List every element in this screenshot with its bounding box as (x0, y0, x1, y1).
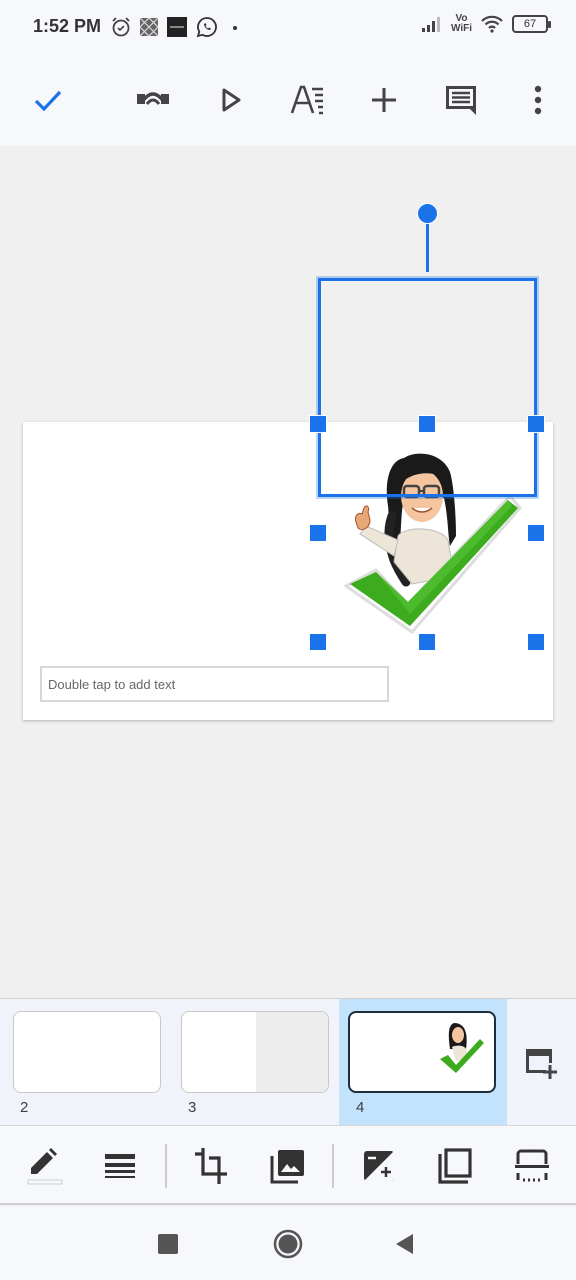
border-options-icon (515, 1149, 549, 1182)
top-toolbar (0, 56, 576, 146)
text-placeholder[interactable]: Double tap to add text (40, 666, 389, 702)
square-icon (158, 1234, 178, 1254)
add-slide-button[interactable] (506, 999, 576, 1126)
image-format-toolbar (0, 1125, 576, 1205)
thumbnail-preview (181, 1011, 329, 1093)
wifi-icon (481, 15, 503, 33)
present-button[interactable] (207, 76, 255, 124)
comment-icon (446, 86, 476, 115)
slide-number: 4 (356, 1099, 365, 1116)
plus-icon (372, 88, 396, 112)
comments-button[interactable] (437, 76, 485, 124)
vowifi-bottom-label: WiFi (450, 23, 472, 34)
back-button[interactable] (384, 1224, 424, 1264)
status-time: 1:52 PM (33, 16, 102, 36)
slide-thumbnail-2[interactable]: 2 (0, 999, 168, 1126)
insert-button[interactable] (360, 76, 408, 124)
back-triangle-icon (396, 1234, 413, 1254)
dot-icon (233, 26, 237, 30)
slide-number: 2 (20, 1099, 29, 1116)
toolbar-divider (165, 1144, 167, 1188)
layers-icon (438, 1148, 472, 1184)
resize-handle-right[interactable] (527, 524, 545, 542)
alarm-icon (112, 17, 130, 37)
format-button[interactable] (284, 76, 332, 124)
arrange-button[interactable] (431, 1142, 479, 1190)
thumbnail-preview (348, 1011, 496, 1093)
border-weight-button[interactable] (96, 1142, 144, 1190)
status-bar: 1:52 PM Vo WiFi 67 (0, 0, 576, 56)
undo-icon (137, 92, 169, 105)
thumbnail-gray-panel (256, 1012, 328, 1092)
resize-handle-left[interactable] (309, 524, 327, 542)
replace-image-button[interactable] (264, 1142, 312, 1190)
selection-box (318, 278, 537, 497)
exposure-icon (364, 1151, 394, 1181)
slide-number: 3 (188, 1099, 197, 1116)
signal-icon (421, 17, 440, 32)
undo-redo-button[interactable] (129, 76, 177, 124)
slide-filmstrip: 2 3 4 (0, 998, 576, 1126)
adjustments-button[interactable] (355, 1142, 403, 1190)
line-weight-icon (105, 1154, 135, 1178)
recents-button[interactable] (148, 1224, 188, 1264)
status-right-group: Vo WiFi 67 (421, 14, 551, 34)
checkmark-icon (34, 90, 62, 112)
more-vert-icon (534, 85, 542, 115)
thumbnail-preview (13, 1011, 161, 1093)
border-color-button[interactable] (19, 1142, 67, 1190)
pencil-icon (27, 1148, 63, 1185)
home-button[interactable] (268, 1224, 308, 1264)
resize-handle-top-right[interactable] (527, 415, 545, 433)
slide-canvas[interactable]: Double tap to add text (0, 146, 576, 998)
resize-handle-bottom[interactable] (418, 633, 436, 651)
app-icon (139, 17, 159, 37)
rotate-connector (426, 222, 429, 272)
text-format-icon (290, 85, 323, 115)
add-slide-icon (526, 1048, 557, 1079)
more-options-button[interactable] (514, 76, 562, 124)
image-options-button[interactable] (508, 1142, 556, 1190)
rotate-handle[interactable] (417, 203, 438, 224)
crop-icon (195, 1148, 227, 1184)
done-button[interactable] (24, 76, 72, 124)
vowifi-icon: Vo WiFi (451, 14, 472, 34)
resize-handle-bottom-left[interactable] (309, 633, 327, 651)
whatsapp-icon (196, 17, 217, 38)
circle-icon (273, 1229, 303, 1259)
battery-icon: 67 (512, 15, 551, 33)
resize-handle-top-left[interactable] (309, 415, 327, 433)
avatar-thumb (355, 505, 371, 531)
slide-thumbnail-4[interactable]: 4 (339, 999, 507, 1126)
thumbnail-image (440, 1023, 484, 1073)
toolbar-divider (332, 1144, 334, 1188)
resize-handle-top[interactable] (418, 415, 436, 433)
image-library-icon (270, 1150, 304, 1184)
system-nav-bar (0, 1206, 576, 1280)
slide-thumbnail-3[interactable]: 3 (168, 999, 336, 1126)
news-icon (167, 17, 187, 37)
crop-button[interactable] (187, 1142, 235, 1190)
resize-handle-bottom-right[interactable] (527, 633, 545, 651)
play-icon (222, 88, 241, 112)
